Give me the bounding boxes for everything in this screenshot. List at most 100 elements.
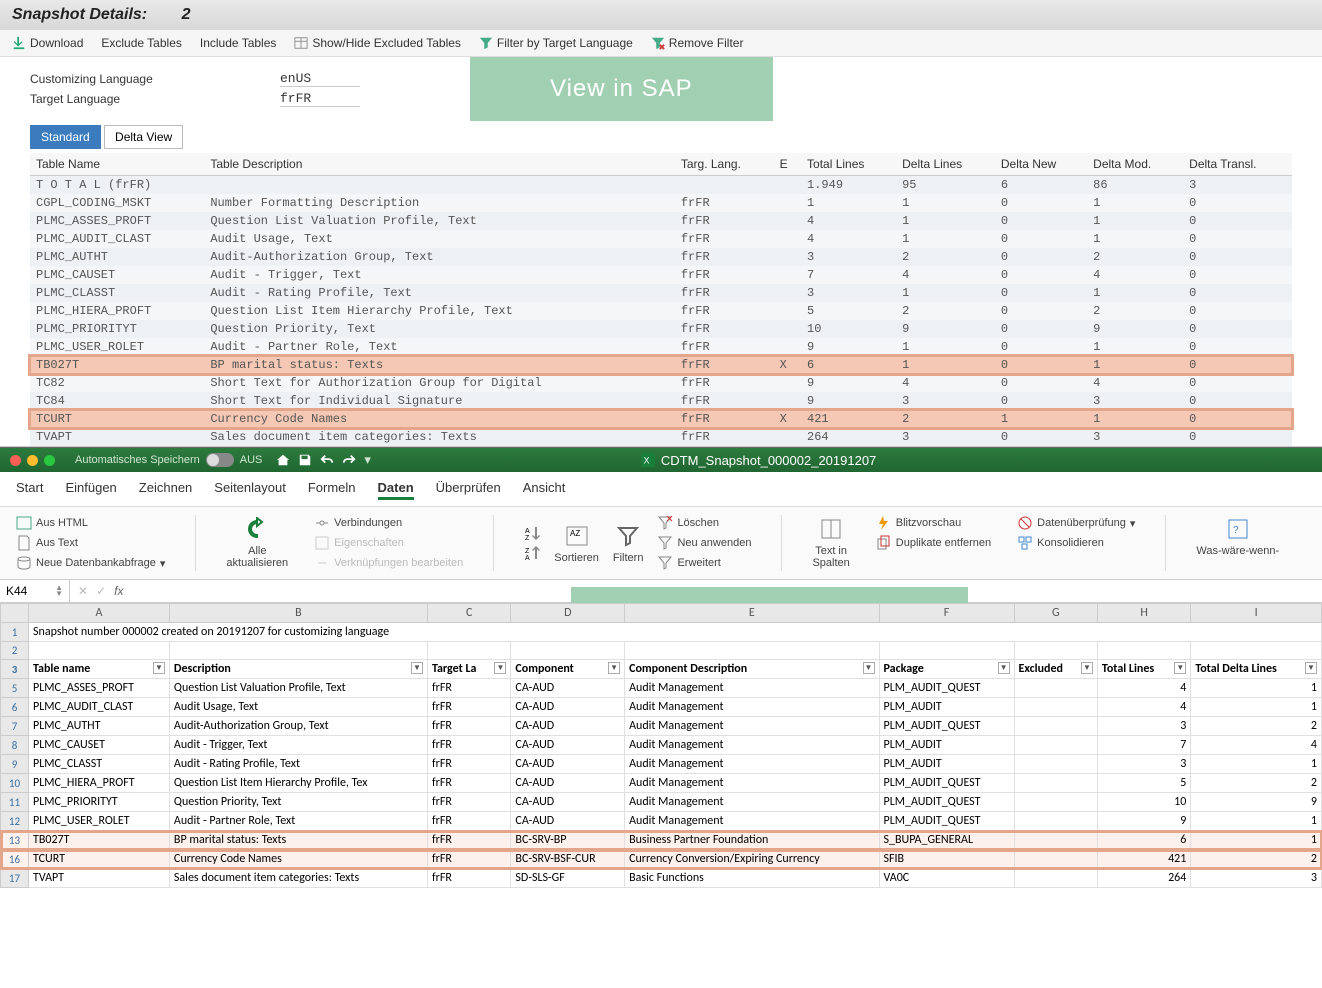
eigenschaften-button[interactable]: Eigenschaften bbox=[314, 535, 463, 551]
sap-row[interactable]: PLMC_AUTHTAudit-Authorization Group, Tex… bbox=[30, 248, 1292, 266]
redo-icon[interactable] bbox=[342, 453, 356, 467]
cell[interactable]: Audit Management bbox=[625, 774, 879, 793]
konsolidieren-button[interactable]: Konsolidieren bbox=[1017, 535, 1135, 551]
text-in-spalten-button[interactable]: Text in Spalten bbox=[812, 515, 849, 571]
cell[interactable]: CA-AUD bbox=[511, 679, 625, 698]
col-header[interactable]: G bbox=[1014, 604, 1097, 623]
cell[interactable] bbox=[1014, 850, 1097, 869]
cell[interactable]: 3 bbox=[1097, 717, 1190, 736]
cell[interactable]: 2 bbox=[1191, 774, 1322, 793]
cell[interactable]: S_BUPA_GENERAL bbox=[879, 831, 1014, 850]
cell[interactable]: PLM_AUDIT_QUEST bbox=[879, 774, 1014, 793]
verknuepfungen-button[interactable]: Verknüpfungen bearbeiten bbox=[314, 555, 463, 571]
ribbon-tab-daten[interactable]: Daten bbox=[378, 478, 414, 500]
cell[interactable]: frFR bbox=[427, 698, 510, 717]
sap-row[interactable]: PLMC_PRIORITYTQuestion Priority, TextfrF… bbox=[30, 320, 1292, 338]
cell[interactable] bbox=[1014, 717, 1097, 736]
sap-col-header[interactable]: E bbox=[774, 153, 801, 176]
sap-col-header[interactable]: Table Name bbox=[30, 153, 204, 176]
cell[interactable]: Audit Management bbox=[625, 736, 879, 755]
cell[interactable] bbox=[427, 642, 510, 660]
download-button[interactable]: Download bbox=[12, 36, 83, 50]
cell[interactable] bbox=[1014, 812, 1097, 831]
cell[interactable] bbox=[1014, 755, 1097, 774]
filter-dropdown-icon[interactable]: ▼ bbox=[998, 662, 1010, 674]
table-header-cell[interactable]: Description▼ bbox=[169, 660, 427, 679]
sap-row[interactable]: PLMC_CLASSTAudit - Rating Profile, Textf… bbox=[30, 284, 1292, 302]
cell[interactable]: 4 bbox=[1097, 679, 1190, 698]
close-icon[interactable] bbox=[10, 455, 21, 466]
sap-col-header[interactable]: Delta Mod. bbox=[1087, 153, 1183, 176]
filter-dropdown-icon[interactable]: ▼ bbox=[494, 662, 506, 674]
cell[interactable]: CA-AUD bbox=[511, 755, 625, 774]
exclude-tables-button[interactable]: Exclude Tables bbox=[101, 36, 182, 50]
row-header[interactable]: 5 bbox=[1, 679, 29, 698]
table-row[interactable]: 16TCURTCurrency Code NamesfrFRBC-SRV-BSF… bbox=[1, 850, 1322, 869]
cancel-formula-icon[interactable]: ✕ bbox=[78, 584, 88, 598]
sap-row[interactable]: TVAPTSales document item categories: Tex… bbox=[30, 428, 1292, 446]
cell[interactable] bbox=[1014, 642, 1097, 660]
filter-dropdown-icon[interactable]: ▼ bbox=[411, 662, 423, 674]
table-header-cell[interactable]: Package▼ bbox=[879, 660, 1014, 679]
cell[interactable]: CA-AUD bbox=[511, 774, 625, 793]
cell[interactable] bbox=[1014, 679, 1097, 698]
ribbon-tab-start[interactable]: Start bbox=[16, 478, 43, 500]
cell[interactable]: BC-SRV-BSF-CUR bbox=[511, 850, 625, 869]
sap-col-header[interactable]: Delta Lines bbox=[896, 153, 995, 176]
cell[interactable]: frFR bbox=[427, 850, 510, 869]
datenueberpruefung-button[interactable]: Datenüberprüfung ▾ bbox=[1017, 515, 1135, 531]
cell[interactable]: 421 bbox=[1097, 850, 1190, 869]
aus-html-button[interactable]: Aus HTML bbox=[16, 515, 165, 531]
sap-row[interactable]: PLMC_ASSES_PROFTQuestion List Valuation … bbox=[30, 212, 1292, 230]
cell[interactable]: SFIB bbox=[879, 850, 1014, 869]
cell[interactable] bbox=[1014, 869, 1097, 888]
ribbon-tab-ansicht[interactable]: Ansicht bbox=[523, 478, 566, 500]
sap-row[interactable]: TC84Short Text for Individual Signaturef… bbox=[30, 392, 1292, 410]
col-header[interactable]: I bbox=[1191, 604, 1322, 623]
row-header[interactable]: 13 bbox=[1, 831, 29, 850]
sap-col-header[interactable]: Table Description bbox=[204, 153, 675, 176]
undo-icon[interactable] bbox=[320, 453, 334, 467]
maximize-icon[interactable] bbox=[44, 455, 55, 466]
row-header[interactable]: 9 bbox=[1, 755, 29, 774]
cell[interactable]: 4 bbox=[1097, 698, 1190, 717]
name-box-stepper[interactable]: ▲▼ bbox=[55, 585, 63, 597]
cell[interactable]: PLMC_ASSES_PROFT bbox=[29, 679, 170, 698]
home-icon[interactable] bbox=[276, 453, 290, 467]
cell[interactable]: PLMC_CLASST bbox=[29, 755, 170, 774]
table-row[interactable]: 8PLMC_CAUSETAudit - Trigger, TextfrFRCA-… bbox=[1, 736, 1322, 755]
row-header[interactable]: 1 bbox=[1, 623, 29, 642]
cell[interactable]: 1 bbox=[1191, 679, 1322, 698]
filter-dropdown-icon[interactable]: ▼ bbox=[608, 662, 620, 674]
cell[interactable]: 7 bbox=[1097, 736, 1190, 755]
cell[interactable]: PLMC_CAUSET bbox=[29, 736, 170, 755]
cell[interactable]: frFR bbox=[427, 755, 510, 774]
sap-col-header[interactable]: Total Lines bbox=[801, 153, 896, 176]
table-row[interactable]: 12PLMC_USER_ROLETAudit - Partner Role, T… bbox=[1, 812, 1322, 831]
sap-row[interactable]: TC82Short Text for Authorization Group f… bbox=[30, 374, 1292, 392]
table-row[interactable]: 9PLMC_CLASSTAudit - Rating Profile, Text… bbox=[1, 755, 1322, 774]
table-header-cell[interactable]: Total Delta Lines▼ bbox=[1191, 660, 1322, 679]
cell[interactable]: Audit - Rating Profile, Text bbox=[169, 755, 427, 774]
row-header[interactable]: 7 bbox=[1, 717, 29, 736]
ribbon-tab-seitenlayout[interactable]: Seitenlayout bbox=[214, 478, 286, 500]
cell[interactable]: PLM_AUDIT bbox=[879, 698, 1014, 717]
tab-standard[interactable]: Standard bbox=[30, 125, 101, 149]
cell[interactable]: PLM_AUDIT_QUEST bbox=[879, 717, 1014, 736]
cell[interactable]: PLMC_AUDIT_CLAST bbox=[29, 698, 170, 717]
cell[interactable]: 1 bbox=[1191, 812, 1322, 831]
cell[interactable]: PLMC_USER_ROLET bbox=[29, 812, 170, 831]
table-row[interactable]: 11PLMC_PRIORITYTQuestion Priority, Textf… bbox=[1, 793, 1322, 812]
cell[interactable]: Audit-Authorization Group, Text bbox=[169, 717, 427, 736]
row-header[interactable]: 8 bbox=[1, 736, 29, 755]
was-waere-wenn-button[interactable]: ?Was-wäre-wenn- bbox=[1196, 515, 1279, 571]
cell[interactable]: CA-AUD bbox=[511, 698, 625, 717]
cell[interactable] bbox=[1014, 698, 1097, 717]
autosave-toggle[interactable]: Automatisches Speichern AUS bbox=[75, 453, 262, 467]
tab-delta-view[interactable]: Delta View bbox=[104, 125, 183, 149]
formula-input[interactable]: Exported Table Data bbox=[131, 587, 1322, 595]
cell[interactable]: Currency Conversion/Expiring Currency bbox=[625, 850, 879, 869]
excel-grid[interactable]: ABCDEFGHI 1Snapshot number 000002 create… bbox=[0, 603, 1322, 888]
sap-col-header[interactable]: Delta New bbox=[995, 153, 1087, 176]
cell[interactable]: frFR bbox=[427, 679, 510, 698]
